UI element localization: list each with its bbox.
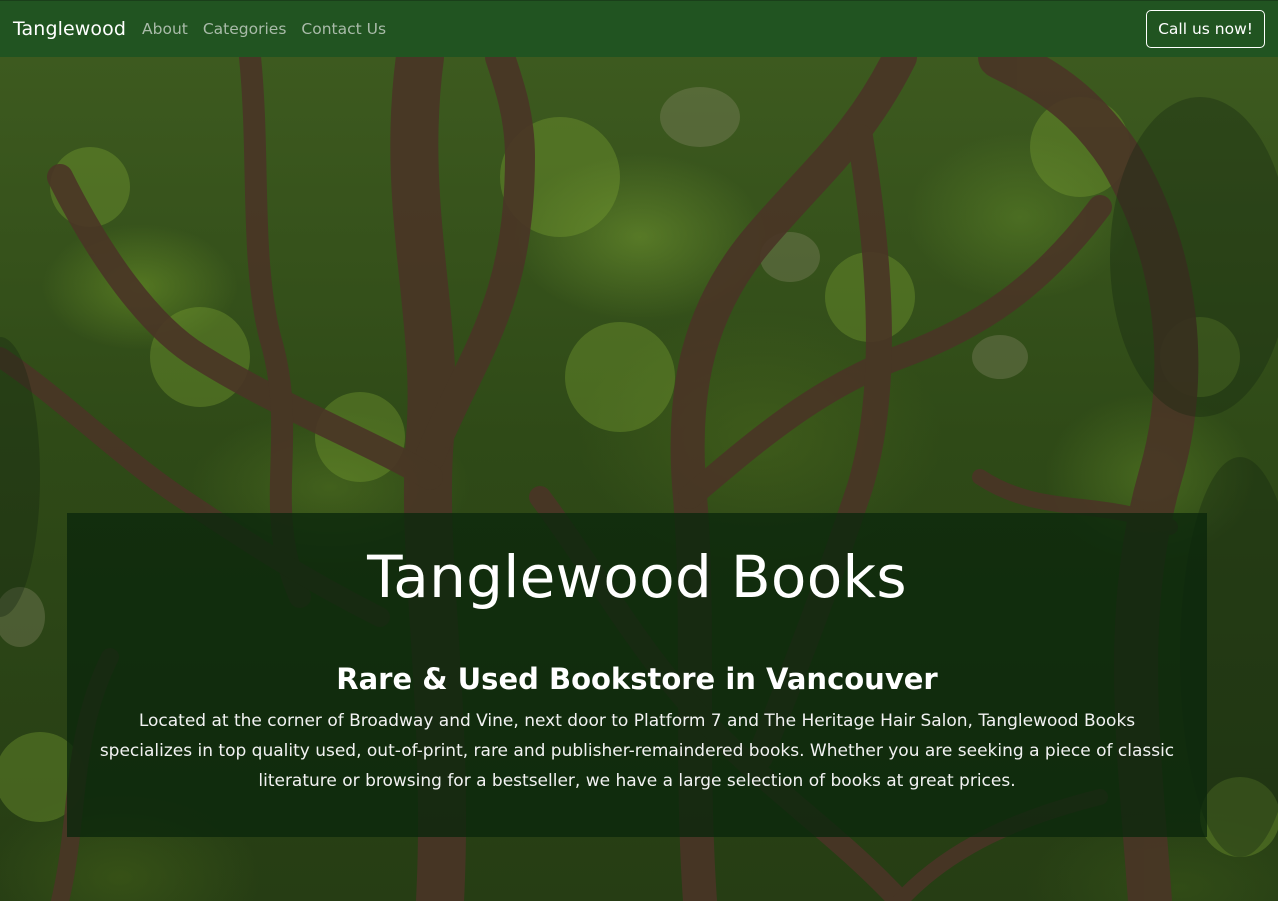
hero-subtitle: Rare & Used Bookstore in Vancouver [336,662,938,696]
nav-link-categories[interactable]: Categories [203,20,287,38]
hero-description: Located at the corner of Broadway and Vi… [99,711,1175,791]
hero-section: Tanglewood Books Rare & Used Bookstore i… [0,57,1278,901]
call-us-button[interactable]: Call us now! [1146,10,1265,48]
hero-text-panel: Tanglewood Books Rare & Used Bookstore i… [67,513,1207,837]
nav-link-contact-us[interactable]: Contact Us [301,20,386,38]
nav-links: About Categories Contact Us [142,20,401,38]
brand-link[interactable]: Tanglewood [13,18,126,40]
nav-link-about[interactable]: About [142,20,188,38]
hero-title: Tanglewood Books [367,543,907,611]
top-navbar: Tanglewood About Categories Contact Us C… [0,0,1278,57]
